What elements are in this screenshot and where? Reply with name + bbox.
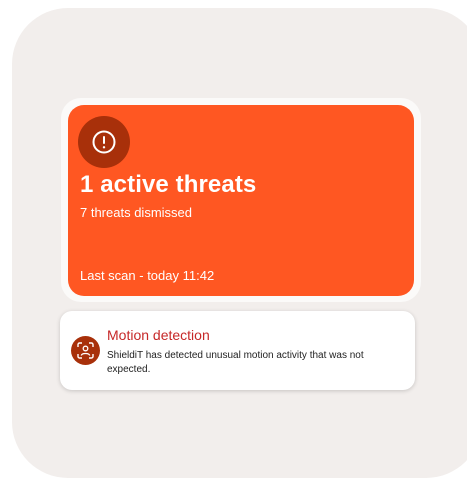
face-scan-icon [71, 336, 100, 365]
alert-exclamation-icon [78, 116, 130, 168]
notification-title: Motion detection [107, 327, 210, 343]
active-threats-title: 1 active threats [80, 171, 257, 198]
threats-dismissed-text: 7 threats dismissed [80, 205, 192, 220]
last-scan-text: Last scan - today 11:42 [80, 268, 215, 283]
threat-status-card[interactable]: 1 active threats 7 threats dismissed Las… [68, 105, 414, 296]
motion-detection-notification[interactable]: Motion detection ShieldiT has detected u… [60, 311, 415, 390]
notification-body: ShieldiT has detected unusual motion act… [107, 350, 364, 375]
